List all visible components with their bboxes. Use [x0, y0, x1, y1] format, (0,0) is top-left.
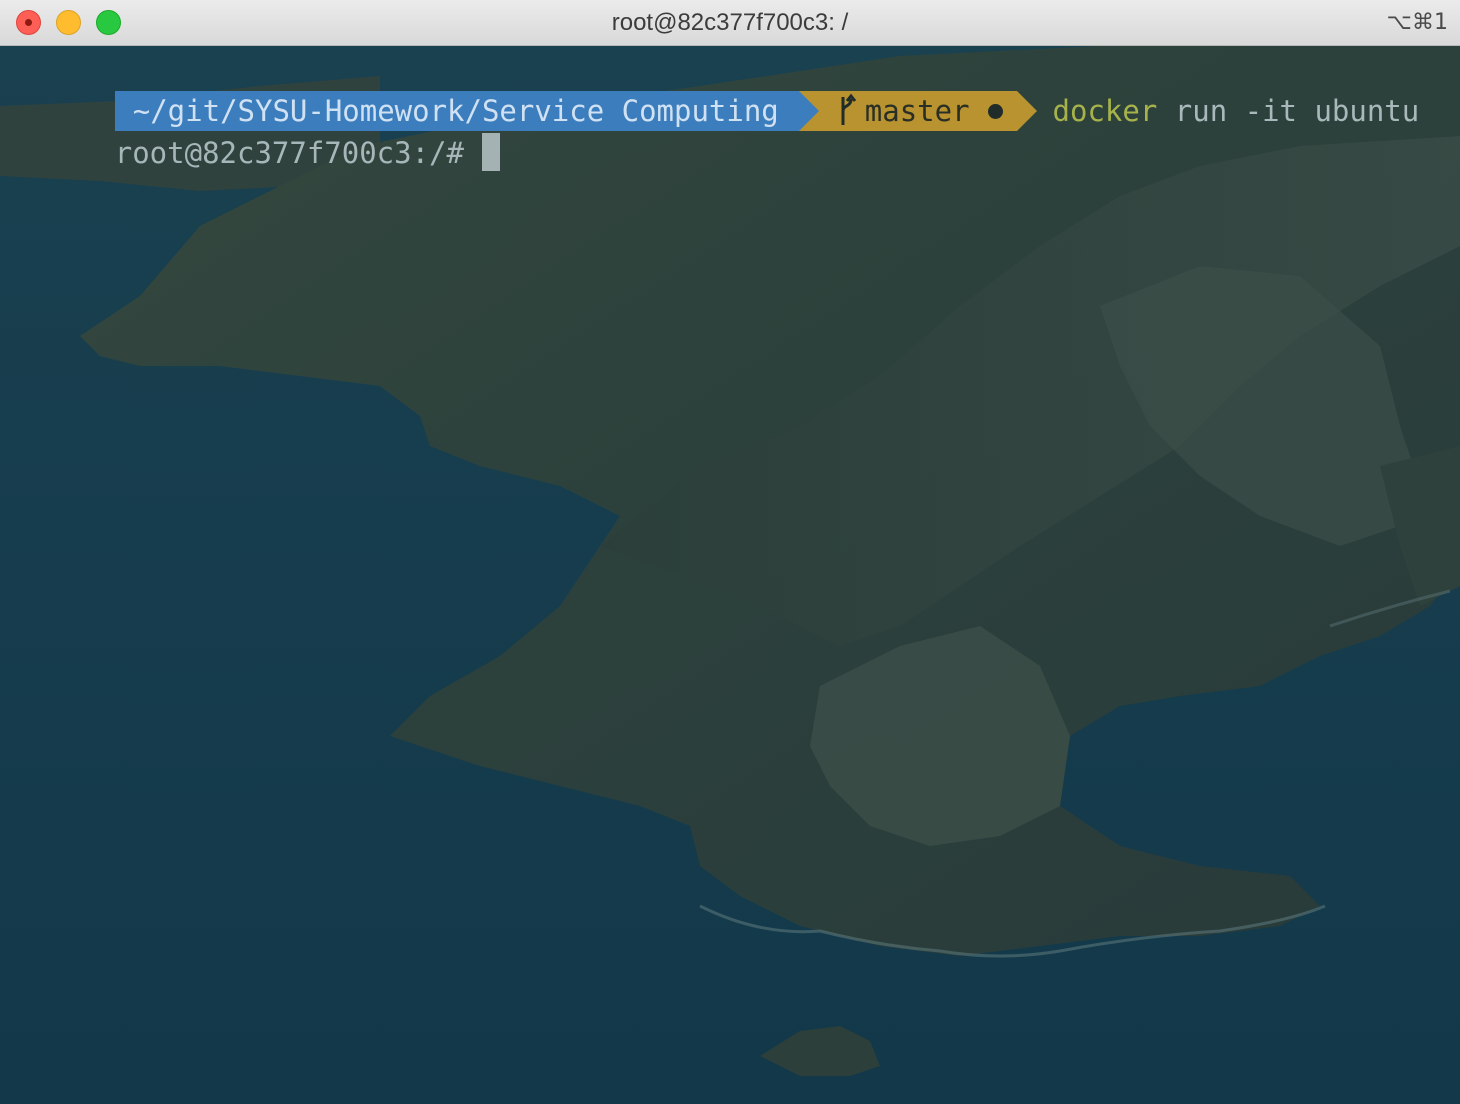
window-shortcut: ⌥⌘1 [1386, 10, 1448, 35]
command-text: docker run -it ubuntu [1037, 94, 1420, 128]
shell-prompt-line[interactable]: root@82c377f700c3:/# [10, 93, 500, 171]
wallpaper-image [0, 46, 1460, 1104]
terminal-window: root@82c377f700c3: / ⌥⌘1 ~/git/SYSU-Home… [0, 0, 1460, 1104]
command-args: run -it ubuntu [1174, 94, 1420, 128]
text-cursor [481, 133, 500, 171]
title-bar[interactable]: root@82c377f700c3: / ⌥⌘1 [0, 0, 1460, 46]
command-name: docker [1052, 94, 1158, 128]
git-branch-icon [841, 93, 856, 125]
segment-separator-icon [798, 91, 819, 131]
window-title: root@82c377f700c3: / [611, 9, 849, 36]
terminal-content[interactable]: ~/git/SYSU-Homework/Service Computing mas… [0, 46, 1460, 1104]
shell-prompt: root@82c377f700c3:/# [114, 136, 464, 170]
prompt-git-segment: master [818, 91, 1017, 131]
powerline-prompt: ~/git/SYSU-Homework/Service Computing mas… [10, 51, 1419, 131]
segment-end-icon [1016, 91, 1037, 131]
dirty-status-icon [987, 103, 1003, 119]
branch-name: master [864, 94, 970, 128]
